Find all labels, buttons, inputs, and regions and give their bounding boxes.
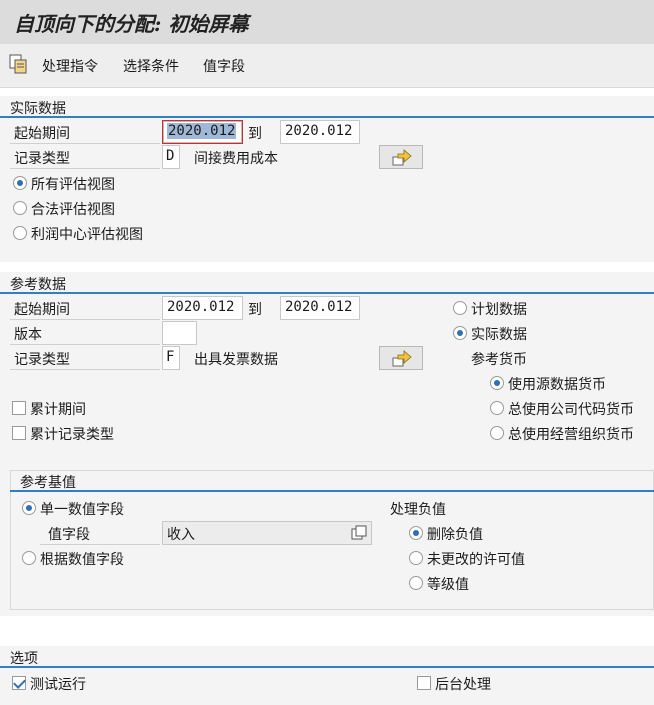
- by-value-field-radio[interactable]: [22, 551, 36, 565]
- actual-data-radio[interactable]: [453, 326, 467, 340]
- reference-basis-header: 参考基值: [10, 470, 654, 492]
- cumulative-period-checkbox[interactable]: [12, 401, 26, 415]
- copy-icon[interactable]: [8, 53, 30, 75]
- actual-data-header: 实际数据: [0, 96, 654, 118]
- reference-period-label: 起始期间: [14, 302, 70, 318]
- actual-data-label: 实际数据: [471, 327, 527, 343]
- currency-source-label: 使用源数据货币: [508, 377, 606, 393]
- cumulative-period-label: 累计期间: [30, 402, 86, 418]
- actual-period-from-input[interactable]: 2020.012: [162, 120, 243, 144]
- view-legal-label: 合法评估视图: [31, 202, 115, 218]
- negative-values-header: 处理负值: [390, 502, 446, 518]
- background-processing-label: 后台处理: [435, 677, 491, 693]
- reference-record-type-desc: 出具发票数据: [194, 352, 278, 368]
- value-help-icon[interactable]: [350, 524, 368, 542]
- level-value-radio[interactable]: [409, 576, 423, 590]
- unchanged-allowed-radio[interactable]: [409, 551, 423, 565]
- version-label: 版本: [14, 327, 42, 343]
- reference-to-label: 到: [248, 302, 262, 318]
- level-value-label: 等级值: [427, 577, 469, 593]
- toolbar-processing-instructions[interactable]: 处理指令: [42, 56, 98, 76]
- actual-execute-button[interactable]: [379, 145, 423, 169]
- reference-record-type-input[interactable]: F: [162, 346, 180, 370]
- plan-data-label: 计划数据: [471, 302, 527, 318]
- view-profit-center-radio[interactable]: [13, 226, 27, 240]
- toolbar: 处理指令 选择条件 值字段: [0, 44, 654, 88]
- cumulative-record-type-checkbox[interactable]: [12, 426, 26, 440]
- reference-execute-button[interactable]: [379, 346, 423, 370]
- cumulative-record-type-label: 累计记录类型: [30, 427, 114, 443]
- toolbar-selection-criteria[interactable]: 选择条件: [123, 56, 179, 76]
- view-profit-center-label: 利润中心评估视图: [31, 227, 143, 243]
- delete-negative-radio[interactable]: [409, 526, 423, 540]
- arrow-right-icon: [392, 149, 412, 166]
- currency-company-code-radio[interactable]: [490, 401, 504, 415]
- view-all-label: 所有评估视图: [31, 177, 115, 193]
- unchanged-allowed-label: 未更改的许可值: [427, 552, 525, 568]
- single-value-field-label: 单一数值字段: [40, 502, 124, 518]
- actual-to-label: 到: [248, 126, 262, 142]
- currency-company-code-label: 总使用公司代码货币: [508, 402, 634, 418]
- value-field-label: 值字段: [48, 527, 90, 543]
- actual-record-type-input[interactable]: D: [162, 145, 180, 169]
- by-value-field-label: 根据数值字段: [40, 552, 124, 568]
- background-processing-checkbox[interactable]: [417, 676, 431, 690]
- reference-data-header: 参考数据: [0, 272, 654, 294]
- test-run-label: 测试运行: [30, 677, 86, 693]
- reference-period-from-input[interactable]: 2020.012: [162, 296, 243, 320]
- reference-currency-header: 参考货币: [471, 352, 527, 368]
- actual-period-to-input[interactable]: 2020.012: [280, 120, 360, 144]
- actual-record-type-desc: 间接费用成本: [194, 151, 278, 167]
- arrow-right-icon: [392, 350, 412, 367]
- version-input[interactable]: [162, 321, 197, 345]
- value-field-input[interactable]: 收入: [162, 521, 372, 545]
- test-run-checkbox[interactable]: [12, 676, 26, 690]
- title-bar: 自顶向下的分配: 初始屏幕: [0, 0, 654, 44]
- single-value-field-radio[interactable]: [22, 501, 36, 515]
- delete-negative-label: 删除负值: [427, 527, 483, 543]
- plan-data-radio[interactable]: [453, 301, 467, 315]
- toolbar-value-field[interactable]: 值字段: [203, 56, 245, 76]
- actual-record-type-label: 记录类型: [14, 151, 70, 167]
- reference-record-type-label: 记录类型: [14, 352, 70, 368]
- currency-source-radio[interactable]: [490, 376, 504, 390]
- options-header: 选项: [0, 646, 654, 668]
- page-title: 自顶向下的分配: 初始屏幕: [14, 12, 249, 36]
- currency-operating-org-radio[interactable]: [490, 426, 504, 440]
- view-legal-radio[interactable]: [13, 201, 27, 215]
- currency-operating-org-label: 总使用经营组织货币: [508, 427, 634, 443]
- view-all-radio[interactable]: [13, 176, 27, 190]
- actual-period-label: 起始期间: [14, 126, 70, 142]
- reference-period-to-input[interactable]: 2020.012: [280, 296, 360, 320]
